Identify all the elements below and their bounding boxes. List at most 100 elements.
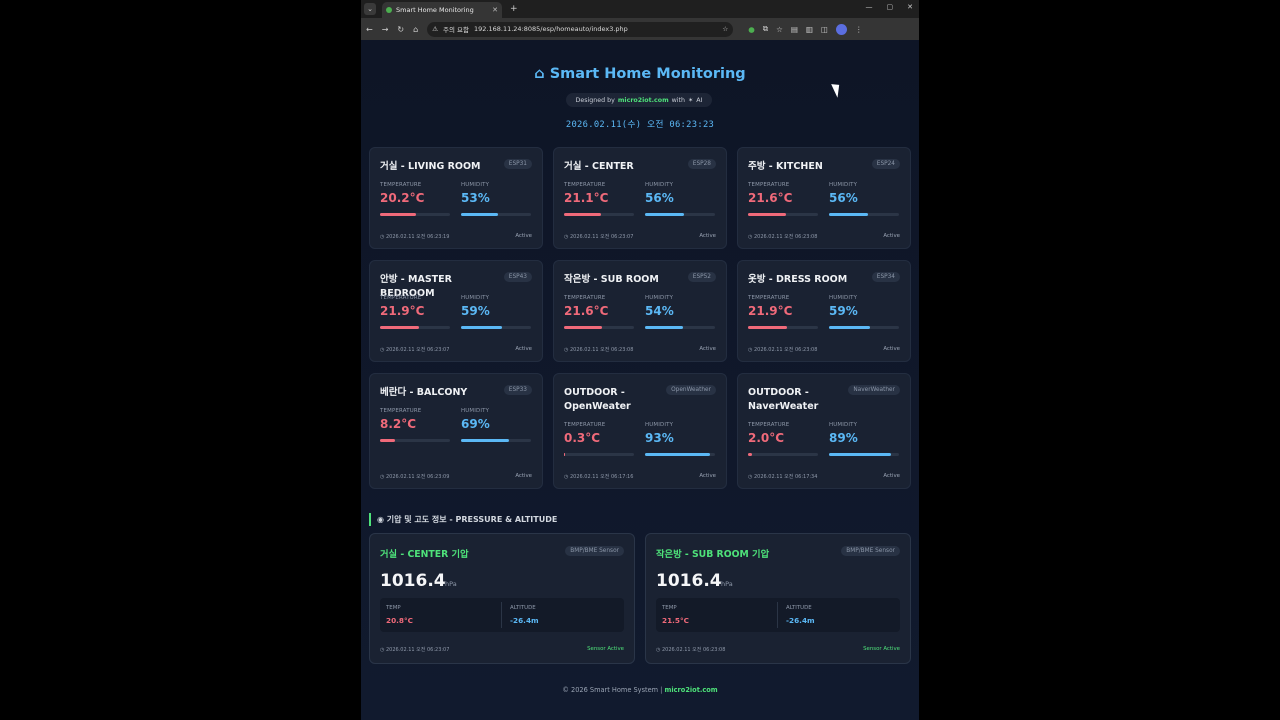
temperature-metric: TEMPERATURE 21.6°C (748, 182, 818, 205)
pressure-section-title: ◉ 기압 및 고도 정보 - PRESSURE & ALTITUDE (369, 513, 557, 526)
extension-leaf-icon[interactable]: ● (748, 25, 755, 34)
reload-icon[interactable]: ↻ (397, 25, 404, 34)
humidity-label: HUMIDITY (461, 408, 490, 414)
temperature-bar (748, 326, 818, 329)
temperature-bar (380, 213, 450, 216)
device-badge: ESP52 (687, 272, 716, 282)
humidity-metric: HUMIDITY 56% (829, 182, 899, 205)
temperature-bar (564, 453, 634, 456)
humidity-value: 56% (645, 191, 674, 205)
status-badge: Active (515, 346, 532, 352)
home-icon[interactable]: ⌂ (413, 25, 418, 34)
new-tab-button[interactable]: + (510, 4, 518, 14)
temperature-label: TEMPERATURE (380, 182, 422, 188)
url-warning[interactable]: 주의 요함 (443, 24, 469, 34)
temp-column: TEMP 20.8°C (386, 605, 414, 625)
profile-avatar[interactable] (836, 23, 848, 35)
temperature-metric: TEMPERATURE 20.2°C (380, 182, 450, 205)
address-bar[interactable]: ⚠ 주의 요함 192.168.11.24:8085/esp/homeauto/… (427, 21, 734, 37)
extensions-area: ● ⧉ ☆ ▤ ▥ ◫ ⋮ (748, 23, 863, 35)
bookmark-star-icon[interactable]: ☆ (722, 25, 728, 33)
tab-bar: ⌄ Smart Home Monitoring ✕ + — ▢ ✕ (361, 0, 919, 18)
temperature-label: TEMPERATURE (564, 182, 606, 188)
tab-title: Smart Home Monitoring (396, 6, 474, 14)
room-card: 주방 - KITCHEN ESP24 TEMPERATURE 21.6°C HU… (737, 147, 911, 249)
close-tab-icon[interactable]: ✕ (492, 6, 498, 14)
window-controls: — ▢ ✕ (866, 3, 914, 11)
device-badge: ESP31 (503, 159, 532, 169)
humidity-label: HUMIDITY (645, 295, 674, 301)
designed-brand-link[interactable]: micro2iot.com (618, 97, 669, 104)
sensor-badge: BMP/BME Sensor (565, 546, 624, 556)
trash-icon[interactable]: ▥ (806, 25, 813, 34)
device-badge: ESP28 (687, 159, 716, 169)
extensions-puzzle-icon[interactable]: ⧉ (763, 24, 768, 34)
status-badge: Active (699, 346, 716, 352)
warning-icon[interactable]: ⚠ (432, 25, 438, 33)
pressure-unit: hPa (721, 580, 733, 588)
humidity-value: 56% (829, 191, 858, 205)
side-panel-icon[interactable]: ◫ (821, 25, 828, 34)
browser-tab[interactable]: Smart Home Monitoring ✕ (382, 2, 502, 18)
temperature-bar (748, 213, 818, 216)
humidity-label: HUMIDITY (645, 422, 674, 428)
browser-toolbar: ← → ↻ ⌂ ⚠ 주의 요함 192.168.11.24:8085/esp/h… (361, 18, 919, 40)
timestamp: ◷ 2026.02.11 오전 06:17:16 (564, 474, 634, 480)
sensor-status: Sensor Active (587, 646, 624, 652)
temperature-bar (380, 439, 450, 442)
device-badge: ESP33 (503, 385, 532, 395)
tab-list-button[interactable]: ⌄ (364, 3, 376, 15)
bookmarks-icon[interactable]: ☆ (776, 25, 783, 34)
humidity-metric: HUMIDITY 89% (829, 422, 899, 445)
temperature-bar-fill (564, 453, 565, 456)
humidity-label: HUMIDITY (645, 182, 674, 188)
minimize-icon[interactable]: — (866, 3, 873, 11)
temperature-bar-fill (748, 453, 752, 456)
humidity-bar (461, 326, 531, 329)
humidity-bar-fill (829, 213, 869, 216)
humidity-metric: HUMIDITY 59% (461, 295, 531, 318)
room-name: OUTDOOR - OpenWeater (564, 387, 631, 412)
menu-kebab-icon[interactable]: ⋮ (855, 25, 863, 34)
maximize-icon[interactable]: ▢ (887, 3, 894, 11)
divider (777, 602, 778, 628)
temperature-metric: TEMPERATURE 21.9°C (748, 295, 818, 318)
humidity-value: 59% (829, 304, 858, 318)
humidity-value: 53% (461, 191, 490, 205)
url-text[interactable]: 192.168.11.24:8085/esp/homeauto/index3.p… (474, 25, 628, 33)
room-name: 베란다 - BALCONY (380, 387, 468, 398)
humidity-metric: HUMIDITY 69% (461, 408, 531, 431)
device-badge: OpenWeather (666, 385, 716, 395)
close-window-icon[interactable]: ✕ (907, 3, 913, 11)
forward-icon[interactable]: → (382, 25, 389, 34)
temperature-label: TEMPERATURE (564, 422, 606, 428)
altitude-value: -26.4m (510, 616, 539, 625)
temperature-metric: TEMPERATURE 21.9°C (380, 295, 450, 318)
humidity-bar (461, 439, 531, 442)
humidity-metric: HUMIDITY 54% (645, 295, 715, 318)
device-badge: ESP24 (871, 159, 900, 169)
room-card: 거실 - LIVING ROOM ESP31 TEMPERATURE 20.2°… (369, 147, 543, 249)
status-badge: Active (515, 473, 532, 479)
footer-brand-link[interactable]: micro2iot.com (665, 686, 718, 694)
humidity-bar-fill (461, 326, 503, 329)
timestamp: ◷ 2026.02.11 오전 06:23:19 (380, 234, 450, 240)
temperature-metric: TEMPERATURE 2.0°C (748, 422, 818, 445)
room-card: 베란다 - BALCONY ESP33 TEMPERATURE 8.2°C HU… (369, 373, 543, 489)
room-card: 거실 - CENTER ESP28 TEMPERATURE 21.1°C HUM… (553, 147, 727, 249)
humidity-metric: HUMIDITY 56% (645, 182, 715, 205)
room-name: 주방 - KITCHEN (748, 161, 823, 172)
divider (501, 602, 502, 628)
pressure-unit: hPa (445, 580, 457, 588)
humidity-bar (829, 453, 899, 456)
timestamp: ◷ 2026.02.11 오전 06:23:07 (564, 234, 634, 240)
pressure-details: TEMP 20.8°C ALTITUDE -26.4m (380, 598, 624, 632)
temperature-bar-fill (564, 326, 602, 329)
temperature-bar-fill (380, 326, 419, 329)
humidity-label: HUMIDITY (461, 295, 490, 301)
reading-list-icon[interactable]: ▤ (791, 25, 798, 34)
temperature-bar-fill (380, 213, 416, 216)
room-card: OUTDOOR - OpenWeater OpenWeather TEMPERA… (553, 373, 727, 489)
timestamp: ◷ 2026.02.11 오전 06:23:09 (380, 474, 450, 480)
back-icon[interactable]: ← (366, 25, 373, 34)
